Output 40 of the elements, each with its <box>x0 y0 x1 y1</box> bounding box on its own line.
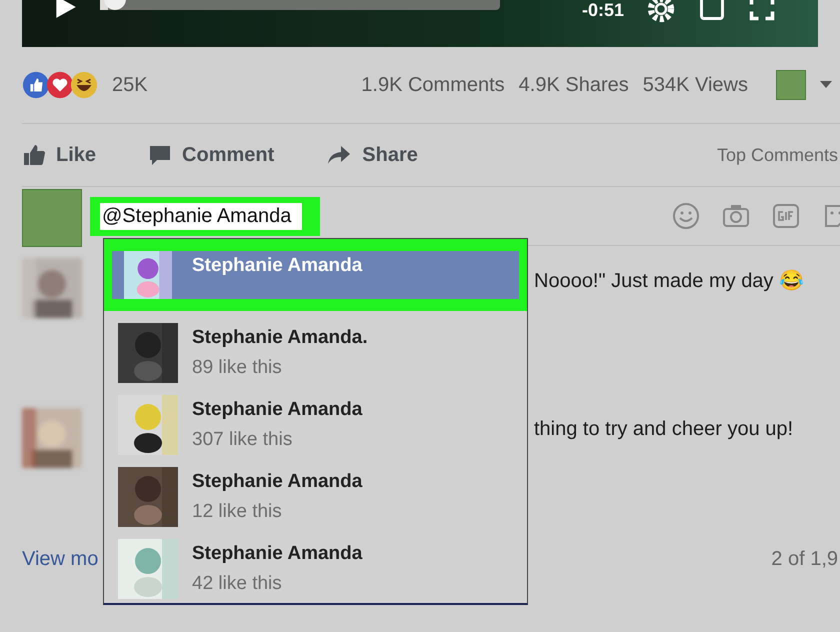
progress-track[interactable] <box>100 0 500 10</box>
speech-bubble-icon <box>148 143 172 167</box>
gif-icon[interactable] <box>772 202 800 230</box>
suggestion-item[interactable]: Stephanie Amanda 42 like this <box>112 533 519 605</box>
video-time: -0:51 <box>582 0 624 21</box>
page-avatar <box>22 189 82 247</box>
like-count: 42 like this <box>192 573 283 595</box>
comment-text: thing to try and cheer you up! <box>534 418 794 441</box>
suggestion-name: Stephanie Amanda. <box>192 327 368 349</box>
view-count: 534K Views <box>642 74 748 96</box>
emoji-icon[interactable] <box>672 202 700 230</box>
comment-text: Noooo!" Just made my day 😂 <box>534 268 804 293</box>
sort-dropdown[interactable]: Top Comments <box>716 144 838 166</box>
suggestion-item[interactable]: Stephanie Amanda 12 like this <box>112 461 519 533</box>
view-more-link[interactable]: View mo <box>22 548 98 571</box>
fullscreen-icon[interactable] <box>748 0 776 22</box>
like-count: 12 like this <box>192 501 283 523</box>
suggestion-name: Stephanie Amanda <box>192 399 362 421</box>
suggestion-item[interactable]: Stephanie Amanda 307 like this <box>112 389 519 461</box>
suggestion-item[interactable]: Stephanie Amanda <box>112 251 519 299</box>
comment-field[interactable]: @Stephanie Amanda <box>100 202 302 230</box>
suggestion-name: Stephanie Amanda <box>192 543 362 565</box>
share-count[interactable]: 4.9K Shares <box>518 74 629 96</box>
window-icon[interactable] <box>698 0 726 22</box>
settings-icon[interactable] <box>646 0 676 24</box>
suggestion-name: Stephanie Amanda <box>192 471 362 493</box>
suggestion-name: Stephanie Amanda <box>192 254 362 277</box>
caret-icon[interactable] <box>820 81 832 89</box>
like-count: 89 like this <box>192 357 283 379</box>
share-button[interactable]: Share <box>326 143 418 167</box>
like-button[interactable]: Like <box>22 143 96 167</box>
comment-pager: 2 of 1,9 <box>771 548 838 571</box>
thumbs-up-icon <box>22 143 46 167</box>
comment-button[interactable]: Comment <box>148 143 274 167</box>
like-count: 307 like this <box>192 429 294 451</box>
camera-icon[interactable] <box>722 202 750 230</box>
suggestion-item[interactable]: Stephanie Amanda. 89 like this <box>112 317 519 389</box>
reaction-count[interactable]: 25K <box>112 74 148 96</box>
comment-count[interactable]: 1.9K Comments <box>361 74 505 96</box>
reaction-icons[interactable] <box>22 71 98 99</box>
